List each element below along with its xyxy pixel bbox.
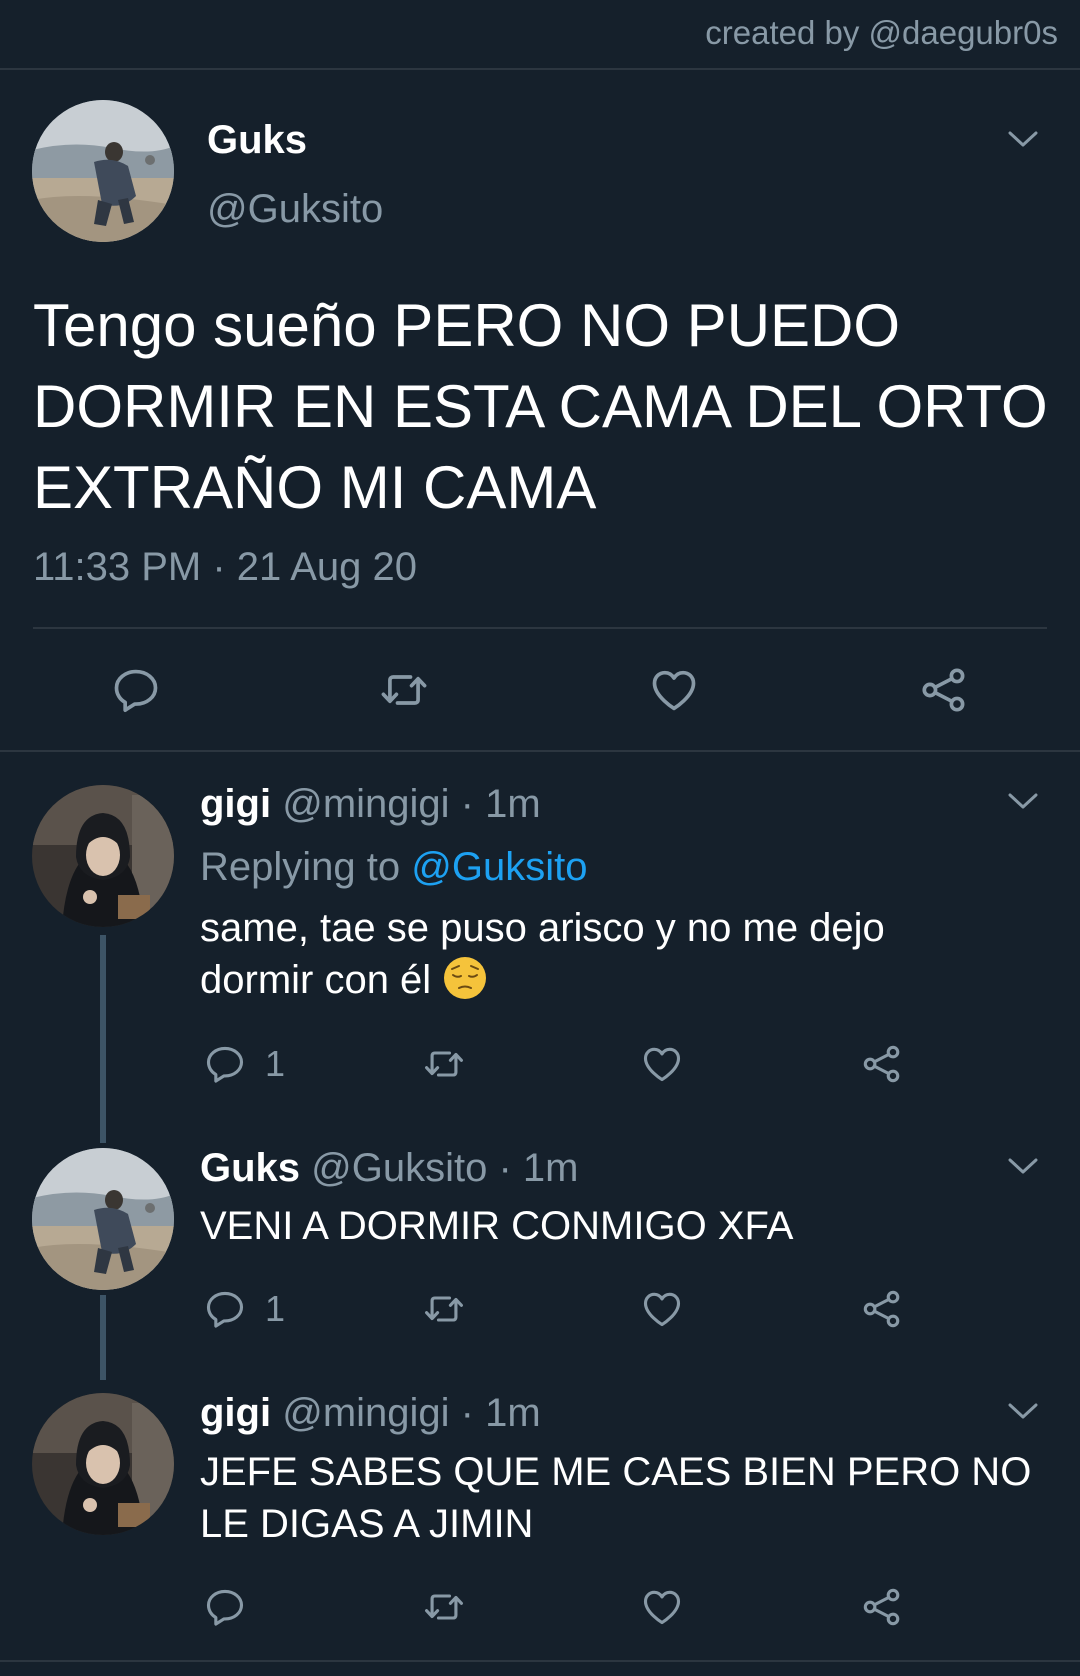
top-divider	[0, 68, 1080, 70]
reply-author-meta[interactable]: @Guksito · 1m	[311, 1146, 578, 1190]
bottom-divider	[0, 1660, 1080, 1662]
like-button[interactable]	[640, 1042, 684, 1086]
share-button[interactable]	[918, 664, 970, 716]
reply-text-line: VENI A DORMIR CONMIGO XFA	[200, 1204, 794, 1248]
main-tweet-text-line: EXTRAÑO MI CAMA	[33, 454, 597, 521]
reply-text-line: dormir con él	[200, 958, 432, 1002]
reply-text-line-with-emoji: dormir con él	[200, 954, 1040, 1006]
chevron-down-icon[interactable]	[1006, 1155, 1040, 1177]
replying-to: Replying to @Guksito	[200, 845, 587, 890]
reply-author-name[interactable]: Guks	[200, 1146, 300, 1190]
chevron-down-icon[interactable]	[1006, 790, 1040, 812]
share-icon	[860, 1585, 904, 1629]
chevron-down-icon[interactable]	[1006, 1400, 1040, 1422]
reply-icon	[110, 664, 162, 716]
retweet-icon	[422, 1287, 466, 1331]
retweet-button[interactable]	[422, 1287, 466, 1331]
reply-count: 1	[265, 1288, 286, 1329]
retweet-icon	[422, 1585, 466, 1629]
retweet-icon	[422, 1042, 466, 1086]
share-button[interactable]	[860, 1042, 904, 1086]
thread-connector-line	[100, 935, 106, 1143]
reply-icon	[203, 1287, 247, 1331]
retweet-icon	[378, 664, 430, 716]
like-icon	[640, 1287, 684, 1331]
reply-icon	[203, 1585, 247, 1629]
main-tweet-text-line: Tengo sueño PERO NO PUEDO	[33, 292, 901, 359]
reply-button[interactable]: 1	[203, 1042, 285, 1086]
reply-text: VENI A DORMIR CONMIGO XFA	[200, 1200, 1040, 1252]
reply-button[interactable]	[110, 664, 162, 716]
main-tweet-text-line: DORMIR EN ESTA CAMA DEL ORTO	[33, 373, 1048, 440]
main-tweet-author-name[interactable]: Guks	[207, 118, 307, 163]
reply-author-meta[interactable]: @mingigi · 1m	[282, 1391, 540, 1435]
avatar-guks[interactable]	[32, 1148, 174, 1290]
share-icon	[860, 1287, 904, 1331]
like-icon	[640, 1042, 684, 1086]
reply-text-line: JEFE SABES QUE ME CAES BIEN PERO NO	[200, 1450, 1032, 1494]
main-tweet-author-handle[interactable]: @Guksito	[207, 187, 383, 232]
retweet-button[interactable]	[422, 1585, 466, 1629]
reply-button[interactable]	[203, 1585, 265, 1629]
avatar-guks[interactable]	[32, 100, 174, 242]
retweet-button[interactable]	[378, 664, 430, 716]
main-tweet-timestamp[interactable]: 11:33 PM · 21 Aug 20	[33, 545, 417, 590]
like-button[interactable]	[640, 1585, 684, 1629]
reply-header: gigi @mingigi · 1m	[200, 782, 541, 827]
reply-author-meta[interactable]: @mingigi · 1m	[282, 782, 540, 826]
main-tweet-divider	[33, 627, 1047, 629]
thread-divider	[0, 750, 1080, 752]
reply-text-line: same, tae se puso arisco y no me dejo	[200, 906, 885, 950]
reply-author-name[interactable]: gigi	[200, 1391, 271, 1435]
replying-to-prefix: Replying to	[200, 845, 412, 889]
replying-to-handle-link[interactable]: @Guksito	[411, 845, 587, 889]
avatar-gigi[interactable]	[32, 785, 174, 927]
reply-text: JEFE SABES QUE ME CAES BIEN PERO NO LE D…	[200, 1446, 1040, 1550]
thread-connector-line	[100, 1295, 106, 1380]
credit-watermark: created by @daegubr0s	[705, 14, 1058, 51]
avatar-gigi[interactable]	[32, 1393, 174, 1535]
reply-icon	[203, 1042, 247, 1086]
share-icon	[860, 1042, 904, 1086]
share-button[interactable]	[860, 1585, 904, 1629]
main-tweet-text: Tengo sueño PERO NO PUEDO DORMIR EN ESTA…	[33, 285, 1053, 528]
like-button[interactable]	[640, 1287, 684, 1331]
reply-text: same, tae se puso arisco y no me dejo do…	[200, 902, 1040, 1006]
reply-header: gigi @mingigi · 1m	[200, 1391, 541, 1436]
share-button[interactable]	[860, 1287, 904, 1331]
like-button[interactable]	[648, 664, 700, 716]
pensive-face-emoji	[442, 955, 488, 1001]
reply-author-name[interactable]: gigi	[200, 782, 271, 826]
reply-text-line: LE DIGAS A JIMIN	[200, 1502, 534, 1546]
reply-button[interactable]: 1	[203, 1287, 285, 1331]
reply-header: Guks @Guksito · 1m	[200, 1146, 579, 1191]
share-icon	[918, 664, 970, 716]
like-icon	[640, 1585, 684, 1629]
chevron-down-icon[interactable]	[1006, 128, 1040, 150]
reply-count: 1	[265, 1043, 286, 1084]
like-icon	[648, 664, 700, 716]
retweet-button[interactable]	[422, 1042, 466, 1086]
